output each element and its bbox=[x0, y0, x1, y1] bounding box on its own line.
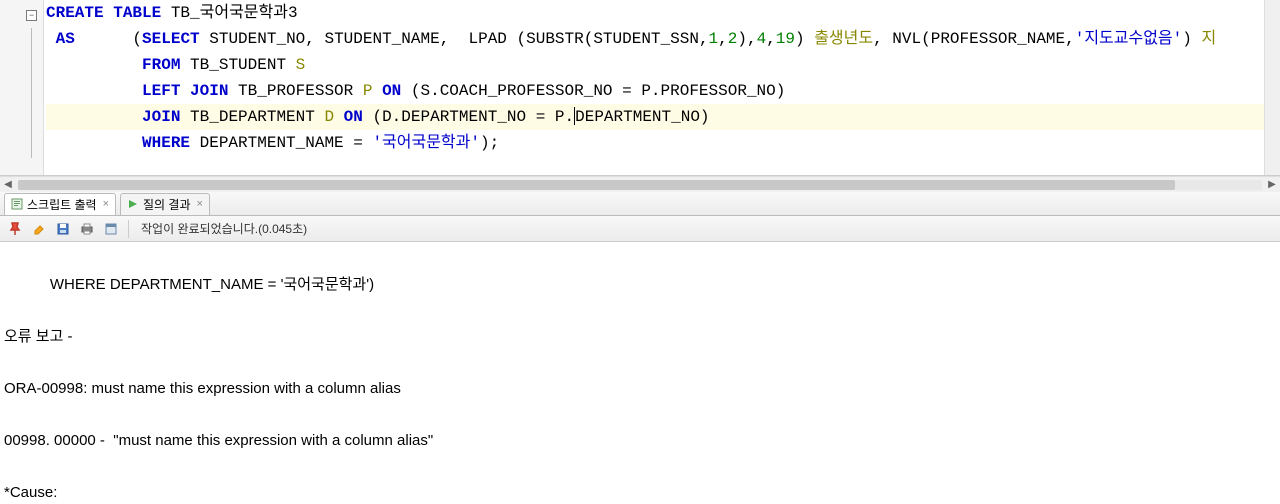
output-line: ORA-00998: must name this expression wit… bbox=[4, 376, 1272, 402]
tab-label: 스크립트 출력 bbox=[27, 196, 97, 213]
scroll-thumb[interactable] bbox=[18, 180, 1175, 190]
sql-editor[interactable]: − CREATE TABLE TB_국어국문학과3 AS (SELECT STU… bbox=[0, 0, 1280, 176]
sql-icon[interactable] bbox=[102, 220, 120, 238]
output-toolbar: 작업이 완료되었습니다.(0.045초) bbox=[0, 216, 1280, 242]
print-icon[interactable] bbox=[78, 220, 96, 238]
close-icon[interactable]: × bbox=[197, 198, 203, 210]
fold-collapse-icon[interactable]: − bbox=[26, 10, 37, 21]
editor-vertical-scrollbar[interactable] bbox=[1264, 0, 1280, 175]
tab-label: 질의 결과 bbox=[143, 196, 191, 213]
script-output-icon bbox=[11, 198, 23, 210]
output-line: *Cause: bbox=[4, 480, 1272, 504]
tab-script-output[interactable]: 스크립트 출력 × bbox=[4, 193, 116, 215]
results-tabs: 스크립트 출력 × 질의 결과 × bbox=[0, 192, 1280, 216]
output-line: 오류 보고 - bbox=[4, 324, 1272, 350]
output-line: 00998. 00000 - "must name this expressio… bbox=[4, 428, 1272, 454]
query-result-icon bbox=[127, 198, 139, 210]
close-icon[interactable]: × bbox=[103, 198, 109, 210]
status-text: 작업이 완료되었습니다.(0.045초) bbox=[141, 220, 307, 237]
code-content[interactable]: CREATE TABLE TB_국어국문학과3 AS (SELECT STUDE… bbox=[44, 0, 1264, 175]
script-output-content[interactable]: WHERE DEPARTMENT_NAME = '국어국문학과') 오류 보고 … bbox=[0, 242, 1280, 504]
editor-gutter: − bbox=[0, 0, 44, 175]
editor-horizontal-scrollbar[interactable]: ◀ ▶ bbox=[0, 176, 1280, 192]
output-line: WHERE DEPARTMENT_NAME = '국어국문학과') bbox=[4, 272, 1272, 298]
scroll-left-icon[interactable]: ◀ bbox=[0, 177, 16, 193]
tab-query-result[interactable]: 질의 결과 × bbox=[120, 193, 210, 215]
eraser-icon[interactable] bbox=[30, 220, 48, 238]
save-icon[interactable] bbox=[54, 220, 72, 238]
pin-icon[interactable] bbox=[6, 220, 24, 238]
scroll-right-icon[interactable]: ▶ bbox=[1264, 177, 1280, 193]
